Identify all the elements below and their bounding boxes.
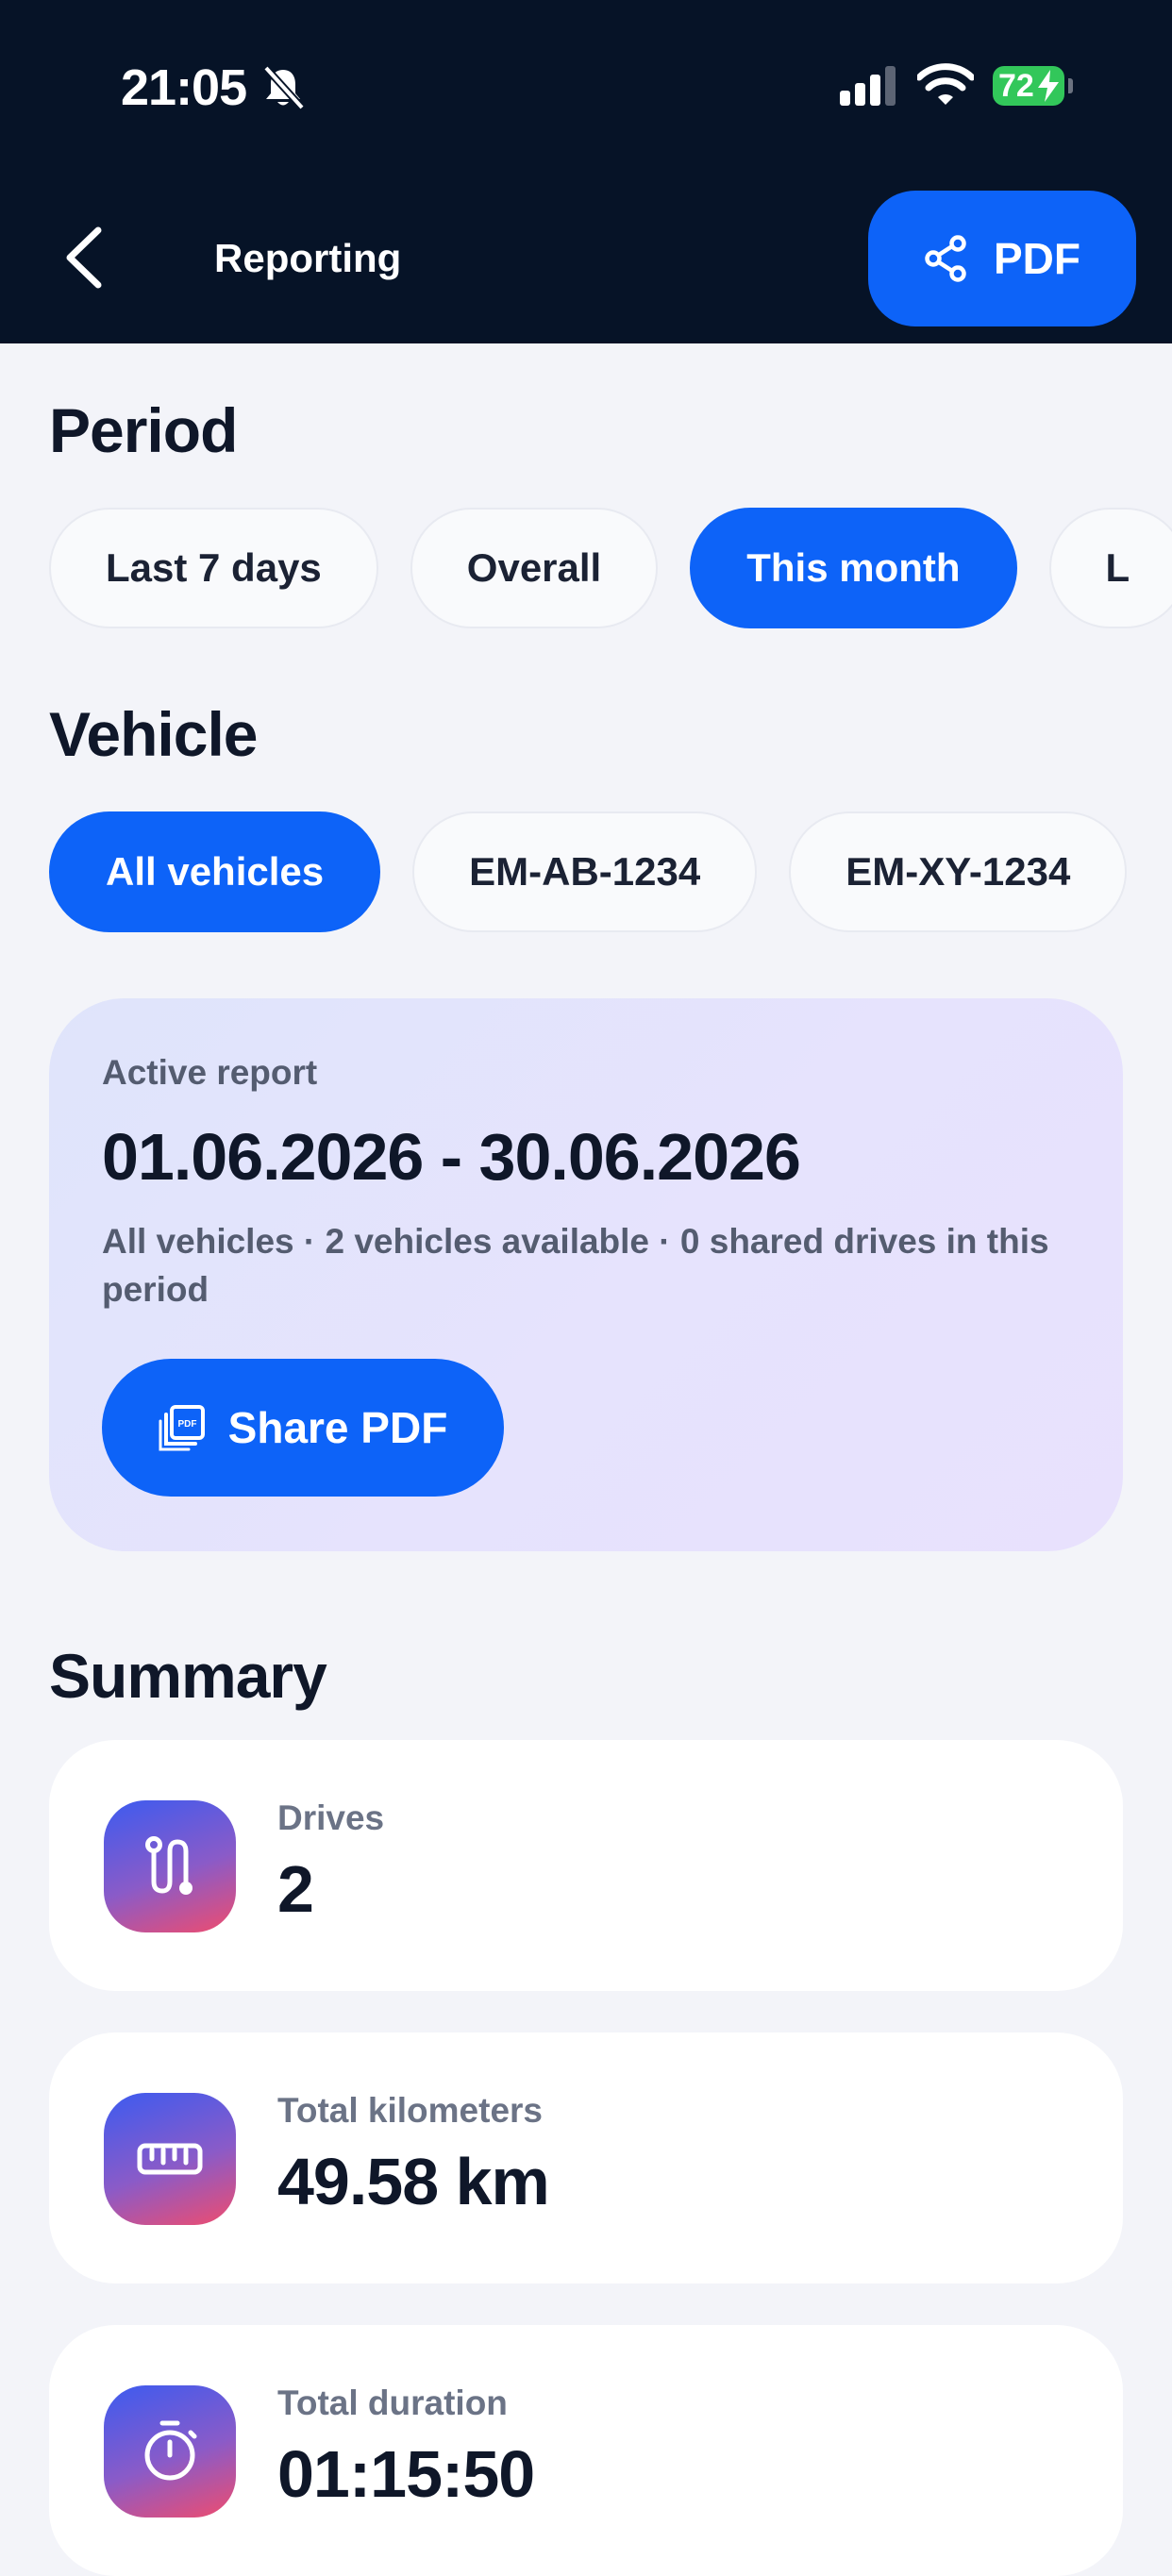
battery-tip (1068, 78, 1073, 93)
nav-bar: Reporting PDF (0, 170, 1172, 343)
ruler-icon (104, 2093, 236, 2225)
cellular-signal-icon (840, 66, 896, 106)
stat-card-drives: Drives 2 (49, 1740, 1123, 1991)
period-heading: Period (49, 395, 238, 465)
share-icon (925, 235, 966, 282)
stat-label: Total kilometers (277, 2091, 544, 2130)
chip-vehicle-em-xy-1234[interactable]: EM-XY-1234 (789, 811, 1128, 932)
stat-value: 01:15:50 (277, 2437, 535, 2511)
chip-this-month[interactable]: This month (690, 508, 1017, 628)
stat-value: 49.58 km (277, 2145, 550, 2218)
pdf-button-label: PDF (994, 234, 1080, 283)
report-description: All vehicles · 2 vehicles available · 0 … (102, 1222, 1049, 1309)
charging-bolt-icon (1038, 70, 1059, 102)
period-chips: Last 7 days Overall This month L (49, 508, 1172, 628)
active-report-card: Active report 01.06.2026 - 30.06.2026 Al… (49, 998, 1123, 1551)
chip-overall[interactable]: Overall (410, 508, 659, 628)
chip-last-7-days[interactable]: Last 7 days (49, 508, 378, 628)
vehicle-heading: Vehicle (49, 699, 258, 769)
chip-vehicle-em-ab-1234[interactable]: EM-AB-1234 (412, 811, 758, 932)
pdf-document-icon: PDF (159, 1405, 205, 1451)
chip-all-vehicles[interactable]: All vehicles (49, 811, 381, 932)
pdf-share-button[interactable]: PDF (868, 191, 1136, 326)
report-date-range: 01.06.2026 - 30.06.2026 (102, 1120, 801, 1194)
page-title: Reporting (214, 236, 402, 280)
bell-muted-icon (263, 65, 305, 110)
stat-value: 2 (277, 1852, 314, 1926)
stat-label: Total duration (277, 2384, 508, 2422)
status-time: 21:05 (121, 59, 247, 116)
vehicle-chips: All vehicles EM-AB-1234 EM-XY-1234 (49, 811, 1128, 932)
wifi-icon (917, 63, 974, 105)
stat-label: Drives (277, 1798, 385, 1837)
route-icon (104, 1800, 236, 1932)
battery-percent: 72 (998, 68, 1034, 104)
svg-text:PDF: PDF (177, 1419, 196, 1430)
active-report-label: Active report (102, 1053, 318, 1092)
stopwatch-icon (104, 2385, 236, 2517)
summary-heading: Summary (49, 1641, 327, 1711)
share-pdf-button[interactable]: PDF Share PDF (102, 1359, 504, 1497)
chip-period-next[interactable]: L (1048, 508, 1172, 628)
back-chevron-icon[interactable] (60, 225, 117, 291)
status-bar: 21:05 72 (0, 0, 1172, 170)
stat-card-total-duration: Total duration 01:15:50 (49, 2325, 1123, 2576)
share-pdf-label: Share PDF (227, 1403, 448, 1452)
stat-card-total-kilometers: Total kilometers 49.58 km (49, 2032, 1123, 2283)
